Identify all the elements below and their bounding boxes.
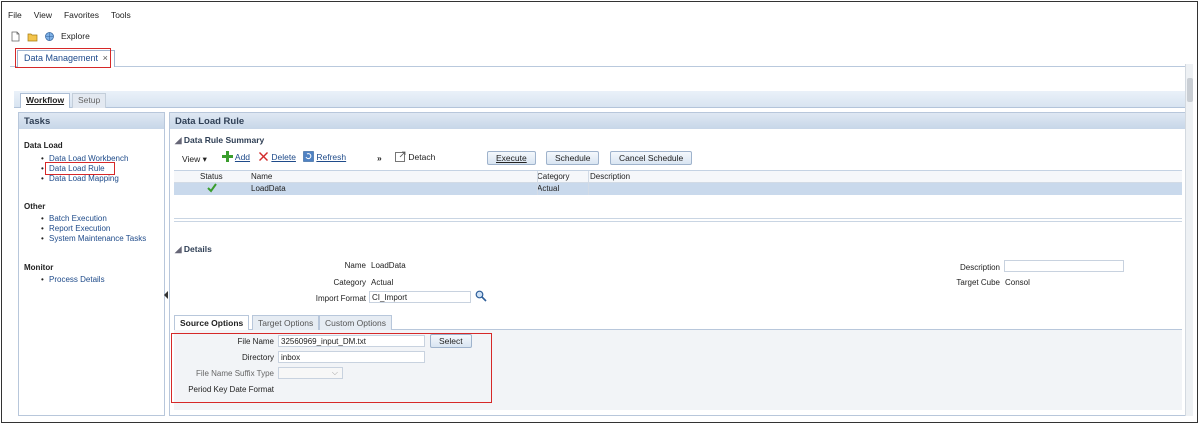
col-name[interactable]: Name (251, 172, 272, 181)
table-row[interactable]: LoadData Actual (174, 183, 1182, 195)
detach-icon (395, 151, 406, 162)
menu-bar: File View Favorites Tools (8, 10, 131, 22)
group-other: Other (24, 202, 46, 211)
folder-icon[interactable] (27, 31, 38, 42)
refresh-icon (303, 151, 314, 162)
tasks-panel: Tasks Data Load Data Load Workbench Data… (18, 112, 165, 416)
details-header[interactable]: ◢ Details (175, 244, 212, 255)
tab-custom-options[interactable]: Custom Options (319, 315, 392, 330)
detach-button[interactable]: Detach (395, 151, 435, 162)
description-label: Description (959, 263, 1000, 272)
task-system-maintenance[interactable]: System Maintenance Tasks (41, 234, 146, 244)
group-data-load: Data Load (24, 141, 63, 150)
tab-setup[interactable]: Setup (72, 93, 107, 108)
name-value: LoadData (371, 261, 406, 270)
summary-title: Data Rule Summary (183, 135, 265, 145)
task-data-load-rule[interactable]: Data Load Rule (41, 164, 128, 174)
cancel-schedule-button[interactable]: Cancel Schedule (610, 151, 693, 165)
view-menu[interactable]: View ▾ (182, 154, 207, 165)
task-process-details[interactable]: Process Details (41, 275, 105, 285)
options-tab-bar: Source Options Target Options Custom Opt… (174, 315, 1182, 330)
target-cube-value: Consol (1005, 278, 1030, 287)
source-options-area: File Name 32560969_input_DM.txt Select D… (174, 330, 1182, 410)
chevron-down-icon: ⌵ (331, 368, 338, 377)
details-title: Details (183, 244, 212, 254)
divider (174, 221, 1182, 222)
description-field[interactable] (1004, 260, 1124, 272)
execute-button[interactable]: Execute (487, 151, 536, 165)
col-category[interactable]: Category (537, 172, 569, 181)
toolbar: Explore (10, 29, 90, 43)
import-format-label: Import Format (315, 294, 366, 303)
task-data-load-workbench[interactable]: Data Load Workbench (41, 154, 128, 164)
summary-header[interactable]: ◢ Data Rule Summary (175, 135, 264, 146)
more-actions-button[interactable]: » (377, 153, 382, 163)
category-label: Category (333, 278, 366, 287)
data-rule-table: Status Name Category Description LoadDat… (174, 170, 1182, 214)
file-name-field[interactable]: 32560969_input_DM.txt (278, 335, 425, 347)
row-name: LoadData (251, 184, 286, 193)
other-list: Batch Execution Report Execution System … (41, 214, 146, 244)
target-cube-label: Target Cube (956, 278, 1000, 287)
document-icon[interactable] (10, 31, 21, 42)
file-name-suffix-label: File Name Suffix Type (196, 369, 274, 378)
directory-field[interactable]: inbox (278, 351, 425, 363)
data-load-rule-panel: Data Load Rule ◢ Data Rule Summary View … (169, 112, 1187, 416)
import-format-field[interactable]: CI_Import (369, 291, 471, 303)
monitor-list: Process Details (41, 275, 105, 285)
collapse-icon: ◢ (175, 135, 182, 145)
refresh-button[interactable]: Refresh (303, 151, 346, 162)
file-name-label: File Name (237, 337, 274, 346)
name-label: Name (344, 261, 366, 270)
explore-icon[interactable] (44, 31, 55, 42)
checkmark-icon (207, 183, 217, 195)
task-batch-execution[interactable]: Batch Execution (41, 214, 146, 224)
category-value: Actual (371, 278, 394, 287)
close-icon[interactable]: × (103, 53, 108, 63)
application-window: File View Favorites Tools Explore Data M… (1, 1, 1198, 423)
vertical-scrollbar[interactable] (1185, 64, 1193, 416)
table-col-divider (537, 171, 538, 195)
select-file-button[interactable]: Select (430, 334, 472, 348)
period-key-label: Period Key Date Format (188, 385, 274, 394)
schedule-button[interactable]: Schedule (546, 151, 600, 165)
add-icon (222, 151, 233, 162)
delete-icon (259, 152, 268, 161)
explore-button[interactable]: Explore (61, 31, 90, 41)
table-col-divider (588, 171, 589, 195)
delete-button[interactable]: Delete (258, 151, 296, 162)
search-icon[interactable] (475, 290, 487, 304)
file-name-suffix-select[interactable]: ⌵ (278, 367, 343, 379)
col-status[interactable]: Status (200, 172, 223, 181)
menu-favorites[interactable]: Favorites (64, 10, 99, 22)
data-load-list: Data Load Workbench Data Load Rule Data … (41, 154, 128, 184)
main-title: Data Load Rule (170, 113, 1186, 129)
tab-workflow[interactable]: Workflow (20, 93, 71, 108)
tab-target-options[interactable]: Target Options (252, 315, 320, 330)
divider (174, 218, 1182, 219)
task-report-execution[interactable]: Report Execution (41, 224, 146, 234)
menu-view[interactable]: View (34, 10, 52, 22)
add-button[interactable]: Add (222, 151, 250, 162)
menu-file[interactable]: File (8, 10, 22, 22)
group-monitor: Monitor (24, 263, 54, 272)
task-data-load-mapping[interactable]: Data Load Mapping (41, 174, 128, 184)
collapse-icon: ◢ (175, 244, 182, 254)
directory-label: Directory (241, 353, 274, 362)
col-description[interactable]: Description (590, 172, 630, 181)
scrollbar-thumb[interactable] (1187, 78, 1193, 102)
tab-label: Data Management (24, 53, 99, 63)
workflow-tab-strip: Workflow Setup (14, 91, 1186, 108)
tab-data-management[interactable]: Data Management × (17, 50, 115, 67)
row-category: Actual (537, 184, 560, 193)
document-tab-bar: Data Management × (10, 50, 1190, 67)
table-header: Status Name Category Description (174, 171, 1182, 183)
tasks-title: Tasks (19, 113, 164, 129)
menu-tools[interactable]: Tools (111, 10, 131, 22)
tab-source-options[interactable]: Source Options (174, 315, 250, 330)
